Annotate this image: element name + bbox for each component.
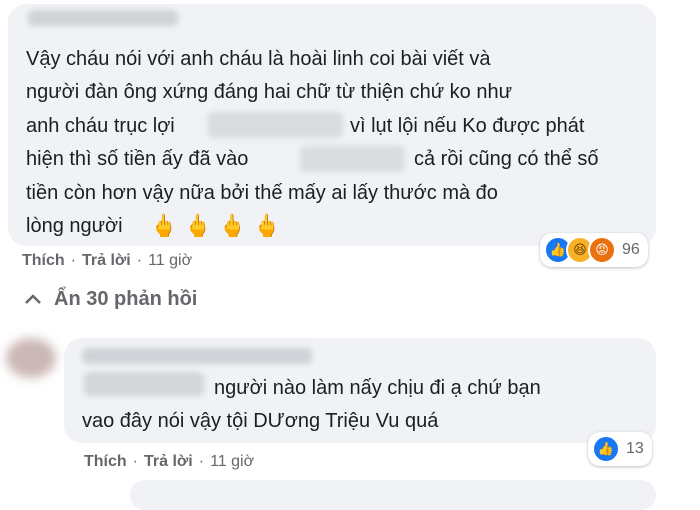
reaction-count: 13 <box>626 440 644 457</box>
comment-text-line: Vậy cháu nói với anh cháu là hoài linh c… <box>26 48 491 70</box>
like-link[interactable]: Thích <box>84 453 127 471</box>
comment-text-line: vì lụt lội nếu Ko được phát <box>350 115 585 137</box>
separator-dot: · <box>198 453 205 470</box>
angry-icon: 😡 <box>588 236 616 264</box>
middle-finger-emoji: 🖕 <box>218 213 247 238</box>
reply-text-line: vao đây nói vậy tội DƯơng Triệu Vu quá <box>82 410 439 432</box>
reply-actions: Thích · Trả lời · 11 giờ <box>84 453 254 471</box>
reply-bubble <box>130 480 656 510</box>
separator-dot: · <box>70 252 76 269</box>
blurred-text <box>208 112 343 138</box>
reaction-count: 96 <box>622 241 640 258</box>
hide-replies-label: Ẩn 30 phản hồi <box>54 288 198 310</box>
reply-text-line: người nào làm nấy chịu đi ạ chứ bạn <box>214 377 541 399</box>
blurred-author-name <box>28 10 178 26</box>
timestamp[interactable]: 11 giờ <box>210 453 254 471</box>
timestamp[interactable]: 11 giờ <box>148 252 192 270</box>
chevron-up-icon <box>24 289 42 310</box>
blurred-author-name <box>82 348 312 364</box>
middle-finger-emoji: 🖕 <box>184 213 212 238</box>
comment-text-line: người đàn ông xứng đáng hai chữ từ thiện… <box>26 81 512 103</box>
reply-link[interactable]: Trả lời <box>82 252 131 270</box>
comment-actions: Thích · Trả lời · 11 giờ <box>22 252 192 270</box>
separator-dot: · <box>136 252 143 269</box>
reply-link[interactable]: Trả lời <box>144 453 193 471</box>
blurred-text <box>84 372 204 396</box>
comment-text-line: tiền còn hơn vậy nữa bởi thế mấy ai lấy … <box>26 182 498 204</box>
middle-finger-emoji: 🖕 <box>253 213 281 238</box>
emoji-row: 🖕 🖕 🖕 🖕 <box>150 213 281 239</box>
separator-dot: · <box>132 453 138 470</box>
like-icon: 👍 <box>592 435 620 463</box>
reaction-summary[interactable]: 👍 😆 😡 96 <box>540 233 648 267</box>
comment-text-line: cả rồi cũng có thể số <box>414 148 599 170</box>
comment-text-line: hiện thì số tiền ấy đã vào <box>26 148 249 170</box>
comment-text-line: lòng người <box>26 215 123 237</box>
middle-finger-emoji: 🖕 <box>150 213 178 238</box>
like-link[interactable]: Thích <box>22 252 65 270</box>
avatar[interactable] <box>6 338 56 378</box>
hide-replies-toggle[interactable]: Ẩn 30 phản hồi <box>24 288 197 311</box>
blurred-text <box>300 146 405 172</box>
reaction-summary[interactable]: 👍 13 <box>588 432 652 466</box>
comment-text-line: anh cháu trục lợi <box>26 115 175 137</box>
